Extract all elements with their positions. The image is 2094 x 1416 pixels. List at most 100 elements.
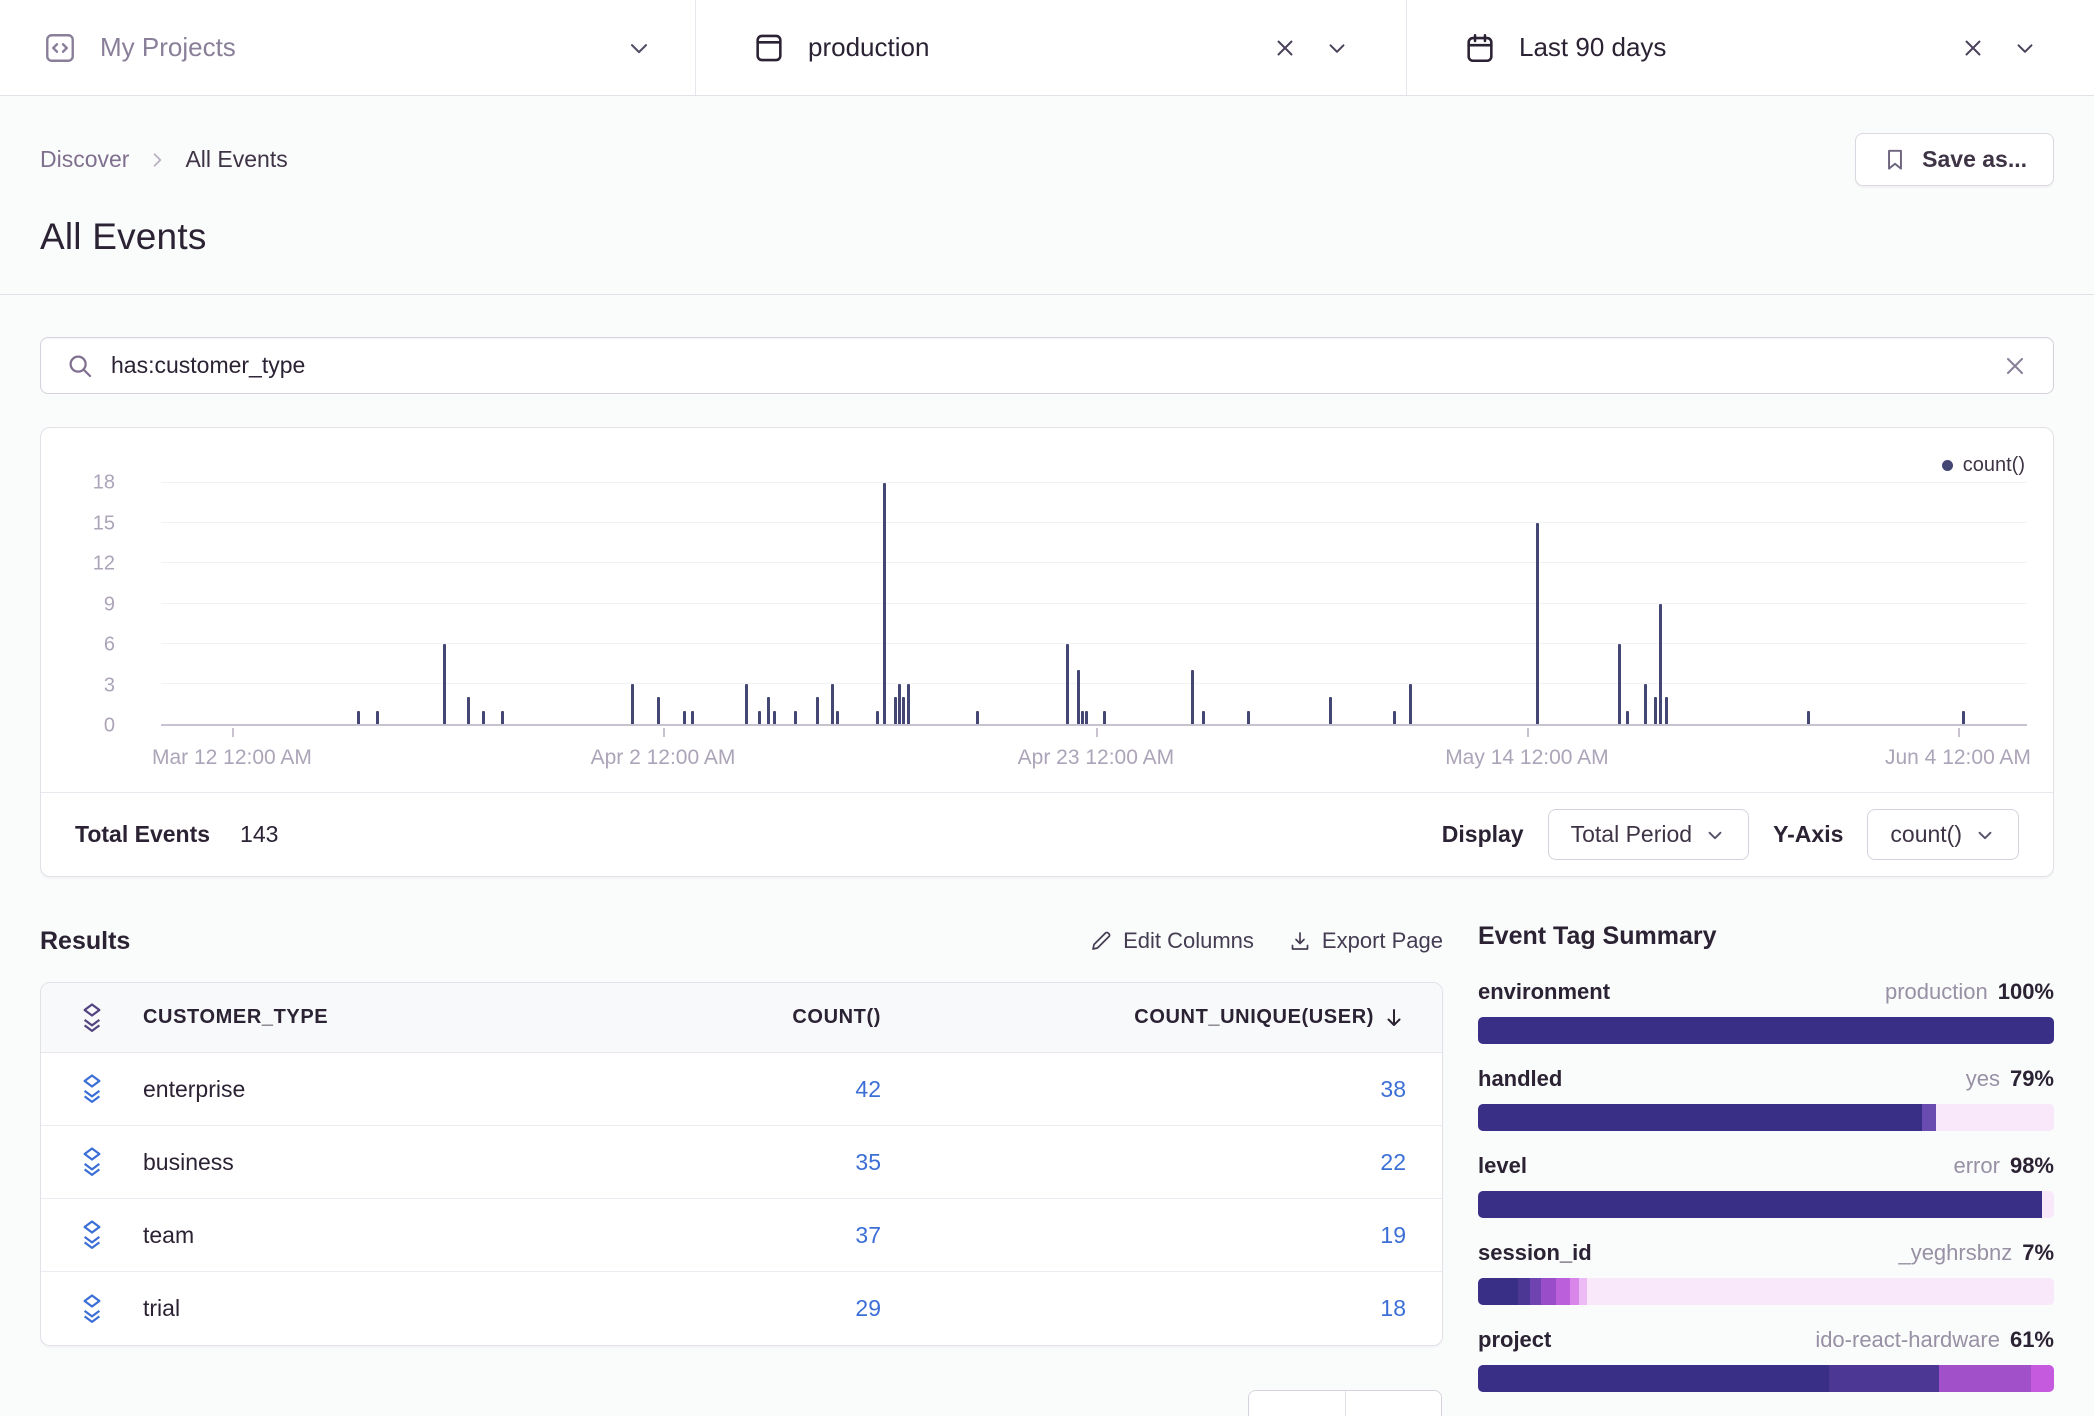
column-header-customer-type[interactable]: CUSTOMER_TYPE — [143, 1006, 581, 1029]
tag-percent: 98% — [2010, 1153, 2054, 1179]
tag-bar-segment — [1570, 1278, 1579, 1305]
chevron-down-icon — [1704, 824, 1726, 846]
stack-icon — [41, 1002, 143, 1034]
chart-bar — [1103, 711, 1106, 724]
chart-bar — [816, 697, 819, 724]
tag-bar-segment — [1518, 1278, 1530, 1305]
calendar-icon — [1463, 31, 1497, 65]
clear-environment-icon[interactable] — [1272, 35, 1298, 61]
total-events: Total Events 143 — [75, 821, 278, 848]
projects-icon — [42, 30, 78, 66]
count-cell[interactable]: 29 — [581, 1295, 881, 1322]
search-bar — [40, 337, 2054, 394]
stack-icon — [41, 1073, 143, 1105]
tag-row-environment: environment production 100% — [1478, 979, 2054, 1044]
chevron-down-icon — [1974, 824, 1996, 846]
table-row[interactable]: team 37 19 — [41, 1199, 1442, 1272]
pagination-previous-button[interactable] — [1249, 1391, 1345, 1416]
tag-bar-segment — [1587, 1278, 2054, 1305]
tag-percent: 79% — [2010, 1066, 2054, 1092]
chart-bar — [443, 644, 446, 724]
gridline — [161, 683, 2027, 684]
table-row[interactable]: trial 29 18 — [41, 1272, 1442, 1345]
tag-bar-segment — [1530, 1278, 1542, 1305]
count-unique-user-cell[interactable]: 22 — [881, 1149, 1406, 1176]
page-header: Discover All Events Save as... All Event… — [0, 96, 2094, 295]
column-header-count-unique-user[interactable]: COUNT_UNIQUE(USER) — [881, 1006, 1406, 1030]
export-page-button[interactable]: Export Page — [1288, 928, 1443, 954]
count-unique-user-cell[interactable]: 19 — [881, 1222, 1406, 1249]
chart-legend[interactable]: count() — [1942, 454, 2025, 477]
window-icon — [752, 31, 786, 65]
count-unique-user-cell[interactable]: 18 — [881, 1295, 1406, 1322]
environment-filter[interactable]: production — [695, 0, 1406, 95]
pagination-next-button[interactable] — [1345, 1391, 1442, 1416]
table-row[interactable]: enterprise 42 38 — [41, 1053, 1442, 1126]
table-header-row: CUSTOMER_TYPE COUNT() COUNT_UNIQUE(USER) — [41, 983, 1442, 1053]
pencil-icon — [1089, 929, 1113, 953]
tag-bar-segment — [1541, 1278, 1555, 1305]
top-bar: My Projects production — [0, 0, 2094, 96]
count-cell[interactable]: 35 — [581, 1149, 881, 1176]
tag-bar-segment — [2042, 1191, 2054, 1218]
tag-bar-segment — [1939, 1365, 2031, 1392]
edit-columns-button[interactable]: Edit Columns — [1089, 928, 1254, 954]
tag-bar-segment — [1579, 1278, 1588, 1305]
x-axis-tick-mark — [1096, 728, 1098, 737]
display-dropdown[interactable]: Total Period — [1548, 809, 1749, 860]
count-cell[interactable]: 37 — [581, 1222, 881, 1249]
clear-date-range-icon[interactable] — [1960, 35, 1986, 61]
chart-bar — [657, 697, 660, 724]
results-section: Results Edit Columns Export — [40, 922, 1443, 1416]
chart-bar — [1191, 670, 1194, 724]
chart-bar — [376, 711, 379, 724]
table-row[interactable]: business 35 22 — [41, 1126, 1442, 1199]
date-range-filter[interactable]: Last 90 days — [1406, 0, 2094, 95]
tag-distribution-bar[interactable] — [1478, 1191, 2054, 1218]
y-axis-tick-label: 18 — [93, 472, 115, 495]
main-content: count() 0369121518 Mar 12 12:00 AMApr 2 … — [0, 295, 2094, 1416]
chart-bar — [894, 697, 897, 724]
breadcrumb-current: All Events — [185, 146, 287, 173]
project-selector[interactable]: My Projects — [0, 0, 695, 95]
chart-bar — [1409, 684, 1412, 724]
breadcrumb-discover-link[interactable]: Discover — [40, 146, 129, 173]
search-input[interactable] — [111, 352, 2001, 379]
tag-row-session-id: session_id _yeghrsbnz 7% — [1478, 1240, 2054, 1305]
tag-summary-heading: Event Tag Summary — [1478, 922, 2054, 951]
tag-bar-segment — [1478, 1278, 1518, 1305]
chart-bar — [631, 684, 634, 724]
chart-bar — [767, 697, 770, 724]
tag-name: level — [1478, 1153, 1527, 1179]
tag-percent: 100% — [1998, 979, 2054, 1005]
chart-bar — [1081, 711, 1084, 724]
chart-footer: Total Events 143 Display Total Period Y-… — [41, 792, 2053, 876]
yaxis-dropdown[interactable]: count() — [1867, 809, 2019, 860]
clear-search-icon[interactable] — [2001, 352, 2029, 380]
chart-bar — [357, 711, 360, 724]
stack-icon — [41, 1146, 143, 1178]
x-axis-tick-label: Apr 2 12:00 AM — [591, 746, 736, 770]
gridline — [161, 562, 2027, 563]
event-tag-summary: Event Tag Summary environment production… — [1478, 922, 2054, 1414]
chart-bar — [1665, 697, 1668, 724]
count-cell[interactable]: 42 — [581, 1076, 881, 1103]
y-axis-tick-label: 3 — [104, 674, 115, 697]
tag-distribution-bar[interactable] — [1478, 1278, 2054, 1305]
tag-bar-segment — [1922, 1104, 1936, 1131]
tag-distribution-bar[interactable] — [1478, 1017, 2054, 1044]
total-events-value: 143 — [240, 821, 278, 848]
chart-bar — [836, 711, 839, 724]
chart-plot-area[interactable] — [161, 483, 2027, 726]
tag-top-value: _yeghrsbnz — [1898, 1240, 2012, 1266]
x-axis-tick-label: Apr 23 12:00 AM — [1018, 746, 1174, 770]
tag-distribution-bar[interactable] — [1478, 1104, 2054, 1131]
count-unique-user-cell[interactable]: 38 — [881, 1076, 1406, 1103]
chevron-down-icon — [1324, 35, 1350, 61]
save-as-button[interactable]: Save as... — [1855, 133, 2054, 186]
chart-bar — [501, 711, 504, 724]
column-header-count[interactable]: COUNT() — [581, 1006, 881, 1029]
tag-bar-segment — [1829, 1365, 1938, 1392]
events-chart-panel: count() 0369121518 Mar 12 12:00 AMApr 2 … — [40, 427, 2054, 877]
tag-distribution-bar[interactable] — [1478, 1365, 2054, 1392]
